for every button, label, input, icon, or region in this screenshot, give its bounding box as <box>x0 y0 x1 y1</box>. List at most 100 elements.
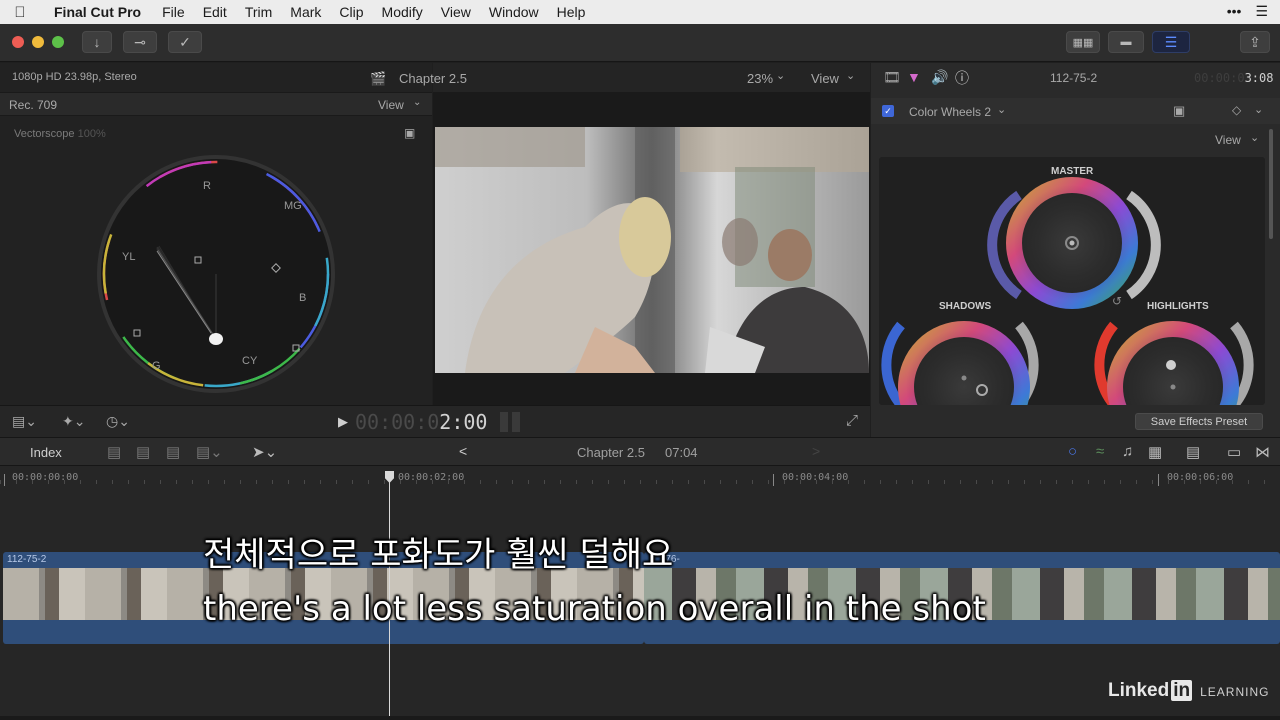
scope-view-menu[interactable]: View <box>378 98 404 112</box>
audio-meter-left <box>500 412 508 432</box>
audio-inspector-icon[interactable]: 🔊 <box>931 69 948 86</box>
viewer-transport: ▤⌄ ✦⌄ ◷⌄ ▶ 00:00:02:00 ⤢ <box>0 405 870 437</box>
index-button[interactable]: Index <box>30 445 62 460</box>
skimming-icon[interactable]: ○ <box>1068 443 1077 460</box>
effect-enable-checkbox[interactable]: ✓ <box>882 105 894 117</box>
chevron-down-icon[interactable]: ⌄ <box>1254 103 1263 116</box>
highlights-wheel[interactable] <box>1094 321 1254 405</box>
menu-modify[interactable]: Modify <box>373 4 432 20</box>
show-inspector-button[interactable]: ☰ <box>1152 31 1190 53</box>
apple-menu-icon[interactable]:  <box>0 4 40 21</box>
transitions-browser-icon[interactable]: ⋈ <box>1255 443 1270 461</box>
play-icon[interactable]: ▶ <box>338 414 348 430</box>
menu-mark[interactable]: Mark <box>281 4 330 20</box>
zoom-menu[interactable]: 23% <box>747 71 773 86</box>
menu-trim[interactable]: Trim <box>236 4 281 20</box>
timeline-scrollbar[interactable] <box>0 716 1280 720</box>
viewer-layout-icon[interactable]: ▤⌄ <box>12 413 37 430</box>
background-tasks-button[interactable]: ✓ <box>168 31 202 53</box>
info-inspector-icon[interactable]: ⓘ <box>955 68 969 88</box>
inspector-scrollbar[interactable] <box>1269 129 1273 239</box>
viewer-view-menu[interactable]: View <box>811 71 839 86</box>
chevron-down-icon[interactable]: ⌄ <box>776 69 785 82</box>
menu-clip[interactable]: Clip <box>330 4 372 20</box>
reset-icon[interactable]: ↺ <box>1112 294 1122 308</box>
linkedin-learning-logo: Linked in LEARNING <box>1108 680 1270 701</box>
timeline-icon: ▬ <box>1120 36 1132 48</box>
master-wheel[interactable] <box>987 177 1161 309</box>
app-menu[interactable]: Final Cut Pro <box>40 4 153 20</box>
inspector-clip-name: 112-75-2 <box>1050 71 1098 85</box>
retime-icon[interactable]: ◷⌄ <box>106 413 130 430</box>
wheels-view-menu[interactable]: View <box>1215 133 1241 147</box>
ruler-ticks <box>0 480 1280 484</box>
video-inspector-icon[interactable]: 🎞 <box>883 69 901 86</box>
mask-icon[interactable]: ▣ <box>1173 103 1185 119</box>
shadows-wheel[interactable] <box>881 321 1039 405</box>
chevron-down-icon[interactable]: ⌄ <box>846 69 855 82</box>
download-icon: ↓ <box>93 34 101 50</box>
check-circle-icon: ✓ <box>179 33 191 50</box>
clapper-icon: 🎬 <box>370 71 387 86</box>
chevron-down-icon[interactable]: ⌄ <box>413 97 421 108</box>
show-browser-button[interactable]: ▦▦ <box>1066 31 1100 53</box>
transform-tool-icon[interactable]: ✦⌄ <box>62 413 85 430</box>
effects-browser-icon[interactable]: ▭ <box>1227 443 1241 461</box>
append-edit-icon[interactable]: ▤ <box>166 443 180 461</box>
target-label-yl: YL <box>122 251 136 263</box>
list-icon[interactable]: ☰ <box>1255 3 1268 20</box>
scope-settings-icon[interactable]: ▣ <box>404 126 415 140</box>
subtitle-korean: 전체적으로 포화도가 훨씬 덜해요 <box>203 535 674 575</box>
color-wheels: ↺ <box>881 177 1254 405</box>
target-label-g: G <box>152 360 161 372</box>
insert-edit-icon[interactable]: ▤ <box>136 443 150 461</box>
menu-edit[interactable]: Edit <box>194 4 236 20</box>
share-icon: ⇪ <box>1249 33 1261 50</box>
connect-edit-icon[interactable]: ▤ <box>107 443 121 461</box>
menu-file[interactable]: File <box>153 4 194 20</box>
keyframe-icon[interactable]: ◇ <box>1232 103 1241 117</box>
toolbar: ↓ ⊸ ✓ ▦▦ ▬ ☰ ⇪ <box>0 24 1280 62</box>
more-icon[interactable]: ••• <box>1227 3 1242 20</box>
close-window-button[interactable] <box>12 36 24 48</box>
back-icon[interactable]: < <box>459 443 467 459</box>
subtitle-english: there's a lot less saturation overall in… <box>203 589 986 629</box>
minimize-window-button[interactable] <box>32 36 44 48</box>
snapping-icon[interactable]: ▦ <box>1148 443 1162 461</box>
chevron-down-icon[interactable]: ⌄ <box>997 103 1006 116</box>
clip-name: 112-75-2 <box>7 554 47 565</box>
save-effects-preset-button[interactable]: Save Effects Preset <box>1135 413 1263 430</box>
color-inspector-icon[interactable]: ▼ <box>907 69 921 85</box>
target-label-b: B <box>299 292 307 304</box>
forward-icon[interactable]: > <box>812 443 820 459</box>
audio-skimming-icon[interactable]: ≈ <box>1096 443 1104 460</box>
fullscreen-icon[interactable]: ⤢ <box>846 412 858 429</box>
chevron-down-icon[interactable]: ⌄ <box>1250 131 1259 144</box>
scopes-panel: 1080p HD 23.98p, Stereo Rec. 709 View ⌄ … <box>0 63 432 405</box>
inspector-duration-lit: 3:08 <box>1244 71 1274 85</box>
select-tool-icon[interactable]: ➤⌄ <box>252 443 277 461</box>
share-button[interactable]: ⇪ <box>1240 31 1270 53</box>
show-timeline-button[interactable]: ▬ <box>1108 31 1144 53</box>
grid-icon: ▦▦ <box>1072 36 1094 49</box>
scope-header <box>0 92 432 116</box>
import-button[interactable]: ↓ <box>82 31 112 53</box>
overwrite-edit-icon[interactable]: ▤⌄ <box>196 443 223 461</box>
target-label-cy: CY <box>242 355 258 367</box>
effect-name-menu[interactable]: Color Wheels 2 <box>909 105 991 119</box>
inspector-panel: 🎞 ▼ 🔊 ⓘ 112-75-2 00:00:03:08 ✓ Color Whe… <box>871 63 1280 437</box>
target-label-mg: MG <box>284 200 302 212</box>
sliders-icon: ☰ <box>1164 33 1178 50</box>
vectorscope-trace <box>209 333 223 345</box>
headphones-icon[interactable]: ♫ <box>1122 443 1133 460</box>
scope-percent: 100% <box>77 128 106 140</box>
menu-view[interactable]: View <box>432 4 480 20</box>
key-icon: ⊸ <box>134 33 146 50</box>
zoom-window-button[interactable] <box>52 36 64 48</box>
menu-help[interactable]: Help <box>548 4 595 20</box>
timeline-project-name: Chapter 2.5 <box>577 445 645 460</box>
menu-window[interactable]: Window <box>480 4 548 20</box>
inspector-duration: 00:00:03:08 <box>1194 71 1274 85</box>
clip-appearance-icon[interactable]: ▤ <box>1186 443 1200 461</box>
keywords-button[interactable]: ⊸ <box>123 31 157 53</box>
